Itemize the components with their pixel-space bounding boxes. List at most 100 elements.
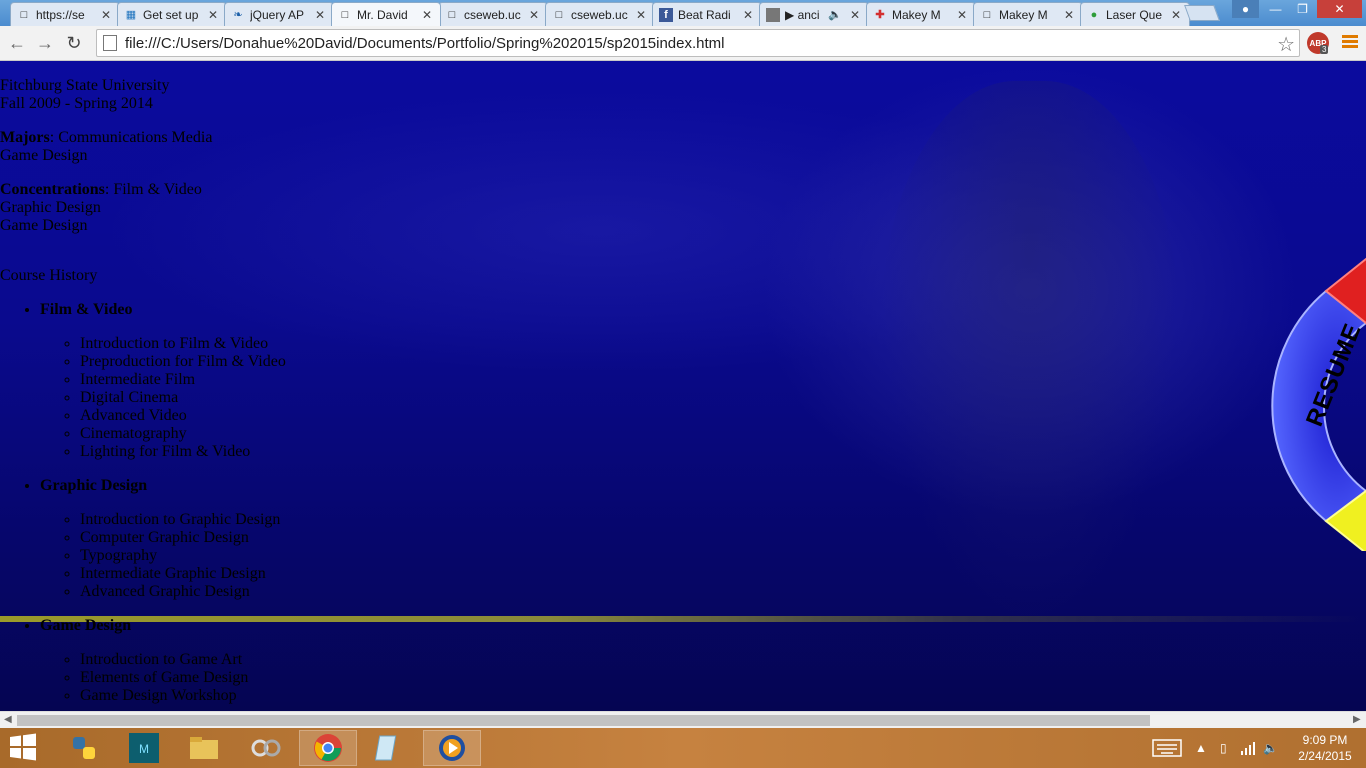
chrome-menu-icon[interactable] xyxy=(1342,35,1358,51)
tab-7[interactable]: f Beat Radi ✕ xyxy=(652,2,762,26)
close-icon[interactable]: ✕ xyxy=(315,8,327,22)
course-group-title: Film & Video xyxy=(40,301,133,318)
concentrations-label: Concentrations xyxy=(0,181,105,198)
course-item: Introduction to Graphic Design xyxy=(80,511,286,529)
course-group: Film & Video Introduction to Film & Vide… xyxy=(40,301,286,461)
concentrations-line: Concentrations: Film & Video xyxy=(0,181,286,199)
show-hidden-icons-icon[interactable]: ▲ xyxy=(1195,728,1207,768)
python-icon[interactable] xyxy=(55,730,113,766)
majors-label: Majors xyxy=(0,129,50,146)
volume-icon[interactable]: 🔈 xyxy=(1263,728,1278,768)
reload-button[interactable]: ↻ xyxy=(62,31,86,55)
notepad-icon[interactable] xyxy=(359,730,417,766)
tab-6[interactable]: □ cseweb.uc ✕ xyxy=(545,2,655,26)
course-group: Game Design Introduction to Game Art Ele… xyxy=(40,617,286,705)
course-group-title: Graphic Design xyxy=(40,477,148,494)
close-icon[interactable]: ✕ xyxy=(1064,8,1076,22)
url-text[interactable]: file:///C:/Users/Donahue%20David/Documen… xyxy=(125,35,725,52)
back-button[interactable]: ← xyxy=(5,31,29,55)
page-icon: □ xyxy=(448,8,456,21)
tab-10[interactable]: □ Makey M ✕ xyxy=(973,2,1083,26)
close-icon[interactable]: ✕ xyxy=(957,8,969,22)
browser-toolbar: ← → ↻ file:///C:/Users/Donahue%20David/D… xyxy=(0,26,1366,61)
tab-5[interactable]: □ cseweb.uc ✕ xyxy=(438,2,548,26)
course-item: Elements of Game Design xyxy=(80,669,286,687)
tab-title: cseweb.uc xyxy=(571,7,628,22)
page-icon: □ xyxy=(20,8,28,21)
address-bar[interactable]: file:///C:/Users/Donahue%20David/Documen… xyxy=(96,29,1300,57)
close-icon[interactable]: ✕ xyxy=(422,8,434,22)
svg-text:M: M xyxy=(139,742,149,756)
jquery-icon: ❧ xyxy=(233,9,243,21)
maya-icon[interactable]: M xyxy=(115,730,173,766)
concentrations-third: Game Design xyxy=(0,217,88,234)
close-icon[interactable]: ✕ xyxy=(636,8,648,22)
adblock-count-badge: 3 xyxy=(1320,45,1329,54)
course-item: Advanced Graphic Design xyxy=(80,583,286,601)
new-tab-button[interactable] xyxy=(1184,5,1220,21)
close-icon[interactable]: ✕ xyxy=(529,8,541,22)
battery-icon[interactable]: ▯ xyxy=(1220,728,1227,768)
course-item: Introduction to Game Art xyxy=(80,651,286,669)
course-item: Digital Cinema xyxy=(80,389,286,407)
course-item: Cinematography xyxy=(80,425,286,443)
tab-title: ▶ anci xyxy=(785,7,820,22)
minimize-button[interactable]: — xyxy=(1262,0,1289,18)
course-item: Game Design Workshop xyxy=(80,687,286,705)
tab-title: Makey M xyxy=(999,7,1048,22)
facebook-icon: f xyxy=(659,7,673,22)
close-icon[interactable]: ✕ xyxy=(101,8,113,22)
concentrations-first: : Film & Video xyxy=(104,181,202,198)
resume-wheel[interactable]: RESUME xyxy=(1268,251,1366,555)
media-player-icon[interactable] xyxy=(423,730,481,766)
tab-title: Get set up xyxy=(143,7,199,22)
forward-button[interactable]: → xyxy=(33,31,57,55)
tab-11[interactable]: ● Laser Que ✕ xyxy=(1080,2,1190,26)
tab-1[interactable]: □ https://se ✕ xyxy=(10,2,120,26)
tab-title: Makey M xyxy=(892,7,941,22)
close-icon[interactable]: ✕ xyxy=(850,8,862,22)
majors-first: : Communications Media xyxy=(49,129,213,146)
close-icon[interactable]: ✕ xyxy=(1171,8,1183,22)
tab-3[interactable]: ❧ jQuery AP ✕ xyxy=(224,2,334,26)
course-item: Intermediate Film xyxy=(80,371,286,389)
scroll-right-icon[interactable]: ▶ xyxy=(1353,714,1361,725)
taskbar-clock[interactable]: 9:09 PM 2/24/2015 xyxy=(1290,732,1360,764)
user-icon[interactable]: ● xyxy=(1232,0,1259,18)
scrollbar-thumb[interactable] xyxy=(17,715,1150,726)
course-group: Graphic Design Introduction to Graphic D… xyxy=(40,477,286,601)
tab-2[interactable]: ▦ Get set up ✕ xyxy=(117,2,227,26)
tab-title: Mr. David xyxy=(357,7,408,22)
maps-icon: ● xyxy=(1090,8,1098,21)
chrome-icon[interactable] xyxy=(299,730,357,766)
course-group-title: Game Design xyxy=(40,617,132,634)
course-item: Computer Graphic Design xyxy=(80,529,286,547)
school-name: Fitchburg State University xyxy=(0,77,170,94)
windows-start-icon[interactable] xyxy=(8,733,42,763)
page-icon: □ xyxy=(555,8,563,21)
close-icon[interactable]: ✕ xyxy=(208,8,220,22)
attendance-dates: Fall 2009 - Spring 2014 xyxy=(0,95,153,112)
maximize-button[interactable]: ❐ xyxy=(1289,0,1316,18)
keyboard-icon[interactable] xyxy=(1152,728,1182,768)
close-icon[interactable]: ✕ xyxy=(743,8,755,22)
background-photo xyxy=(880,81,1180,641)
tab-title: https://se xyxy=(36,7,85,22)
scroll-left-icon[interactable]: ◀ xyxy=(4,714,12,725)
network-icon[interactable] xyxy=(237,730,295,766)
clock-date: 2/24/2015 xyxy=(1298,749,1352,763)
tab-8[interactable]: ▶ anci 🔈 ✕ xyxy=(759,2,869,26)
close-window-button[interactable]: ✕ xyxy=(1317,0,1362,18)
tab-4-active[interactable]: □ Mr. David ✕ xyxy=(331,2,441,26)
file-explorer-icon[interactable] xyxy=(175,730,233,766)
signal-bars-icon[interactable] xyxy=(1240,728,1256,768)
clock-time: 9:09 PM xyxy=(1302,733,1348,747)
tab-title: Laser Que xyxy=(1106,7,1163,22)
tab-9[interactable]: ✚ Makey M ✕ xyxy=(866,2,976,26)
concentrations-second: Graphic Design xyxy=(0,199,101,216)
windows-taskbar: M ▲ ▯ 🔈 9:09 PM 2/24/2015 xyxy=(0,728,1366,768)
majors-line: Majors: Communications Media xyxy=(0,129,286,147)
horizontal-scrollbar[interactable]: ◀ ▶ xyxy=(0,711,1366,728)
bookmark-star-icon[interactable]: ☆ xyxy=(1277,32,1295,57)
course-item: Intermediate Graphic Design xyxy=(80,565,286,583)
